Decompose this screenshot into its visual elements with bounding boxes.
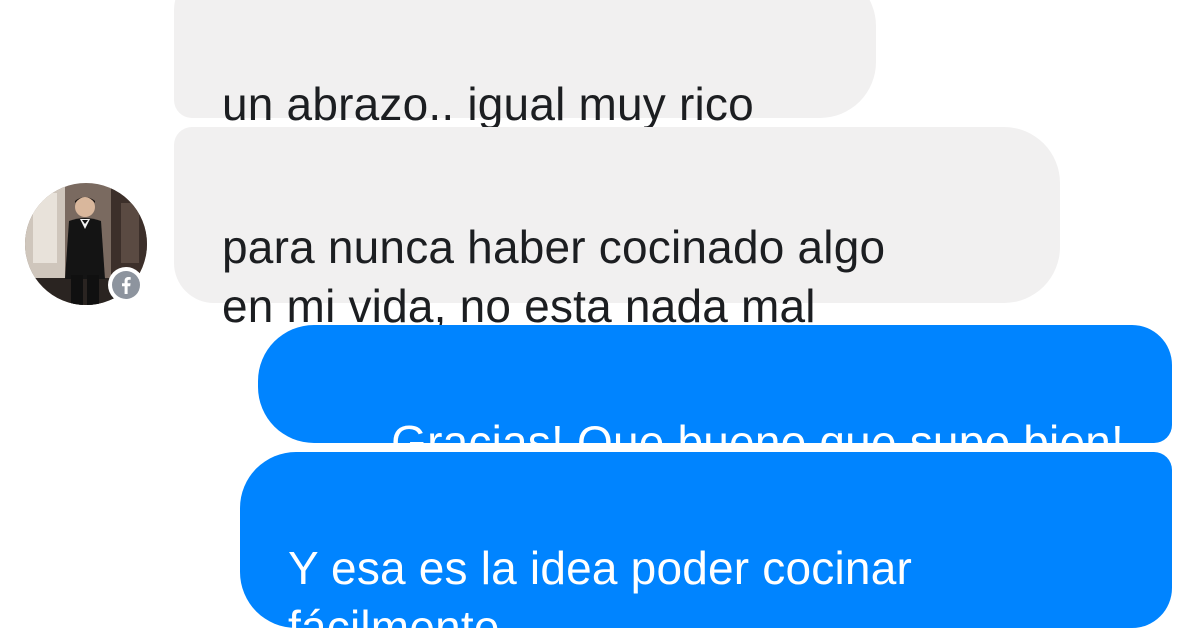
outgoing-message-bubble[interactable]: Gracias! Que bueno que supo bien! xyxy=(258,325,1172,468)
message-text: para nunca haber cocinado algo en mi vid… xyxy=(222,221,886,332)
message-text: un abrazo.. igual muy rico xyxy=(222,78,754,130)
facebook-icon xyxy=(108,267,144,303)
incoming-message-bubble[interactable]: para nunca haber cocinado algo en mi vid… xyxy=(174,127,1060,332)
incoming-message-bubble[interactable]: un abrazo.. igual muy rico xyxy=(174,0,876,130)
message-text: Y esa es la idea poder cocinar fácilment… xyxy=(288,542,912,643)
chat-thread: un abrazo.. igual muy rico para nunca ha… xyxy=(0,0,1200,643)
outgoing-message-bubble[interactable]: Y esa es la idea poder cocinar fácilment… xyxy=(240,452,1172,643)
